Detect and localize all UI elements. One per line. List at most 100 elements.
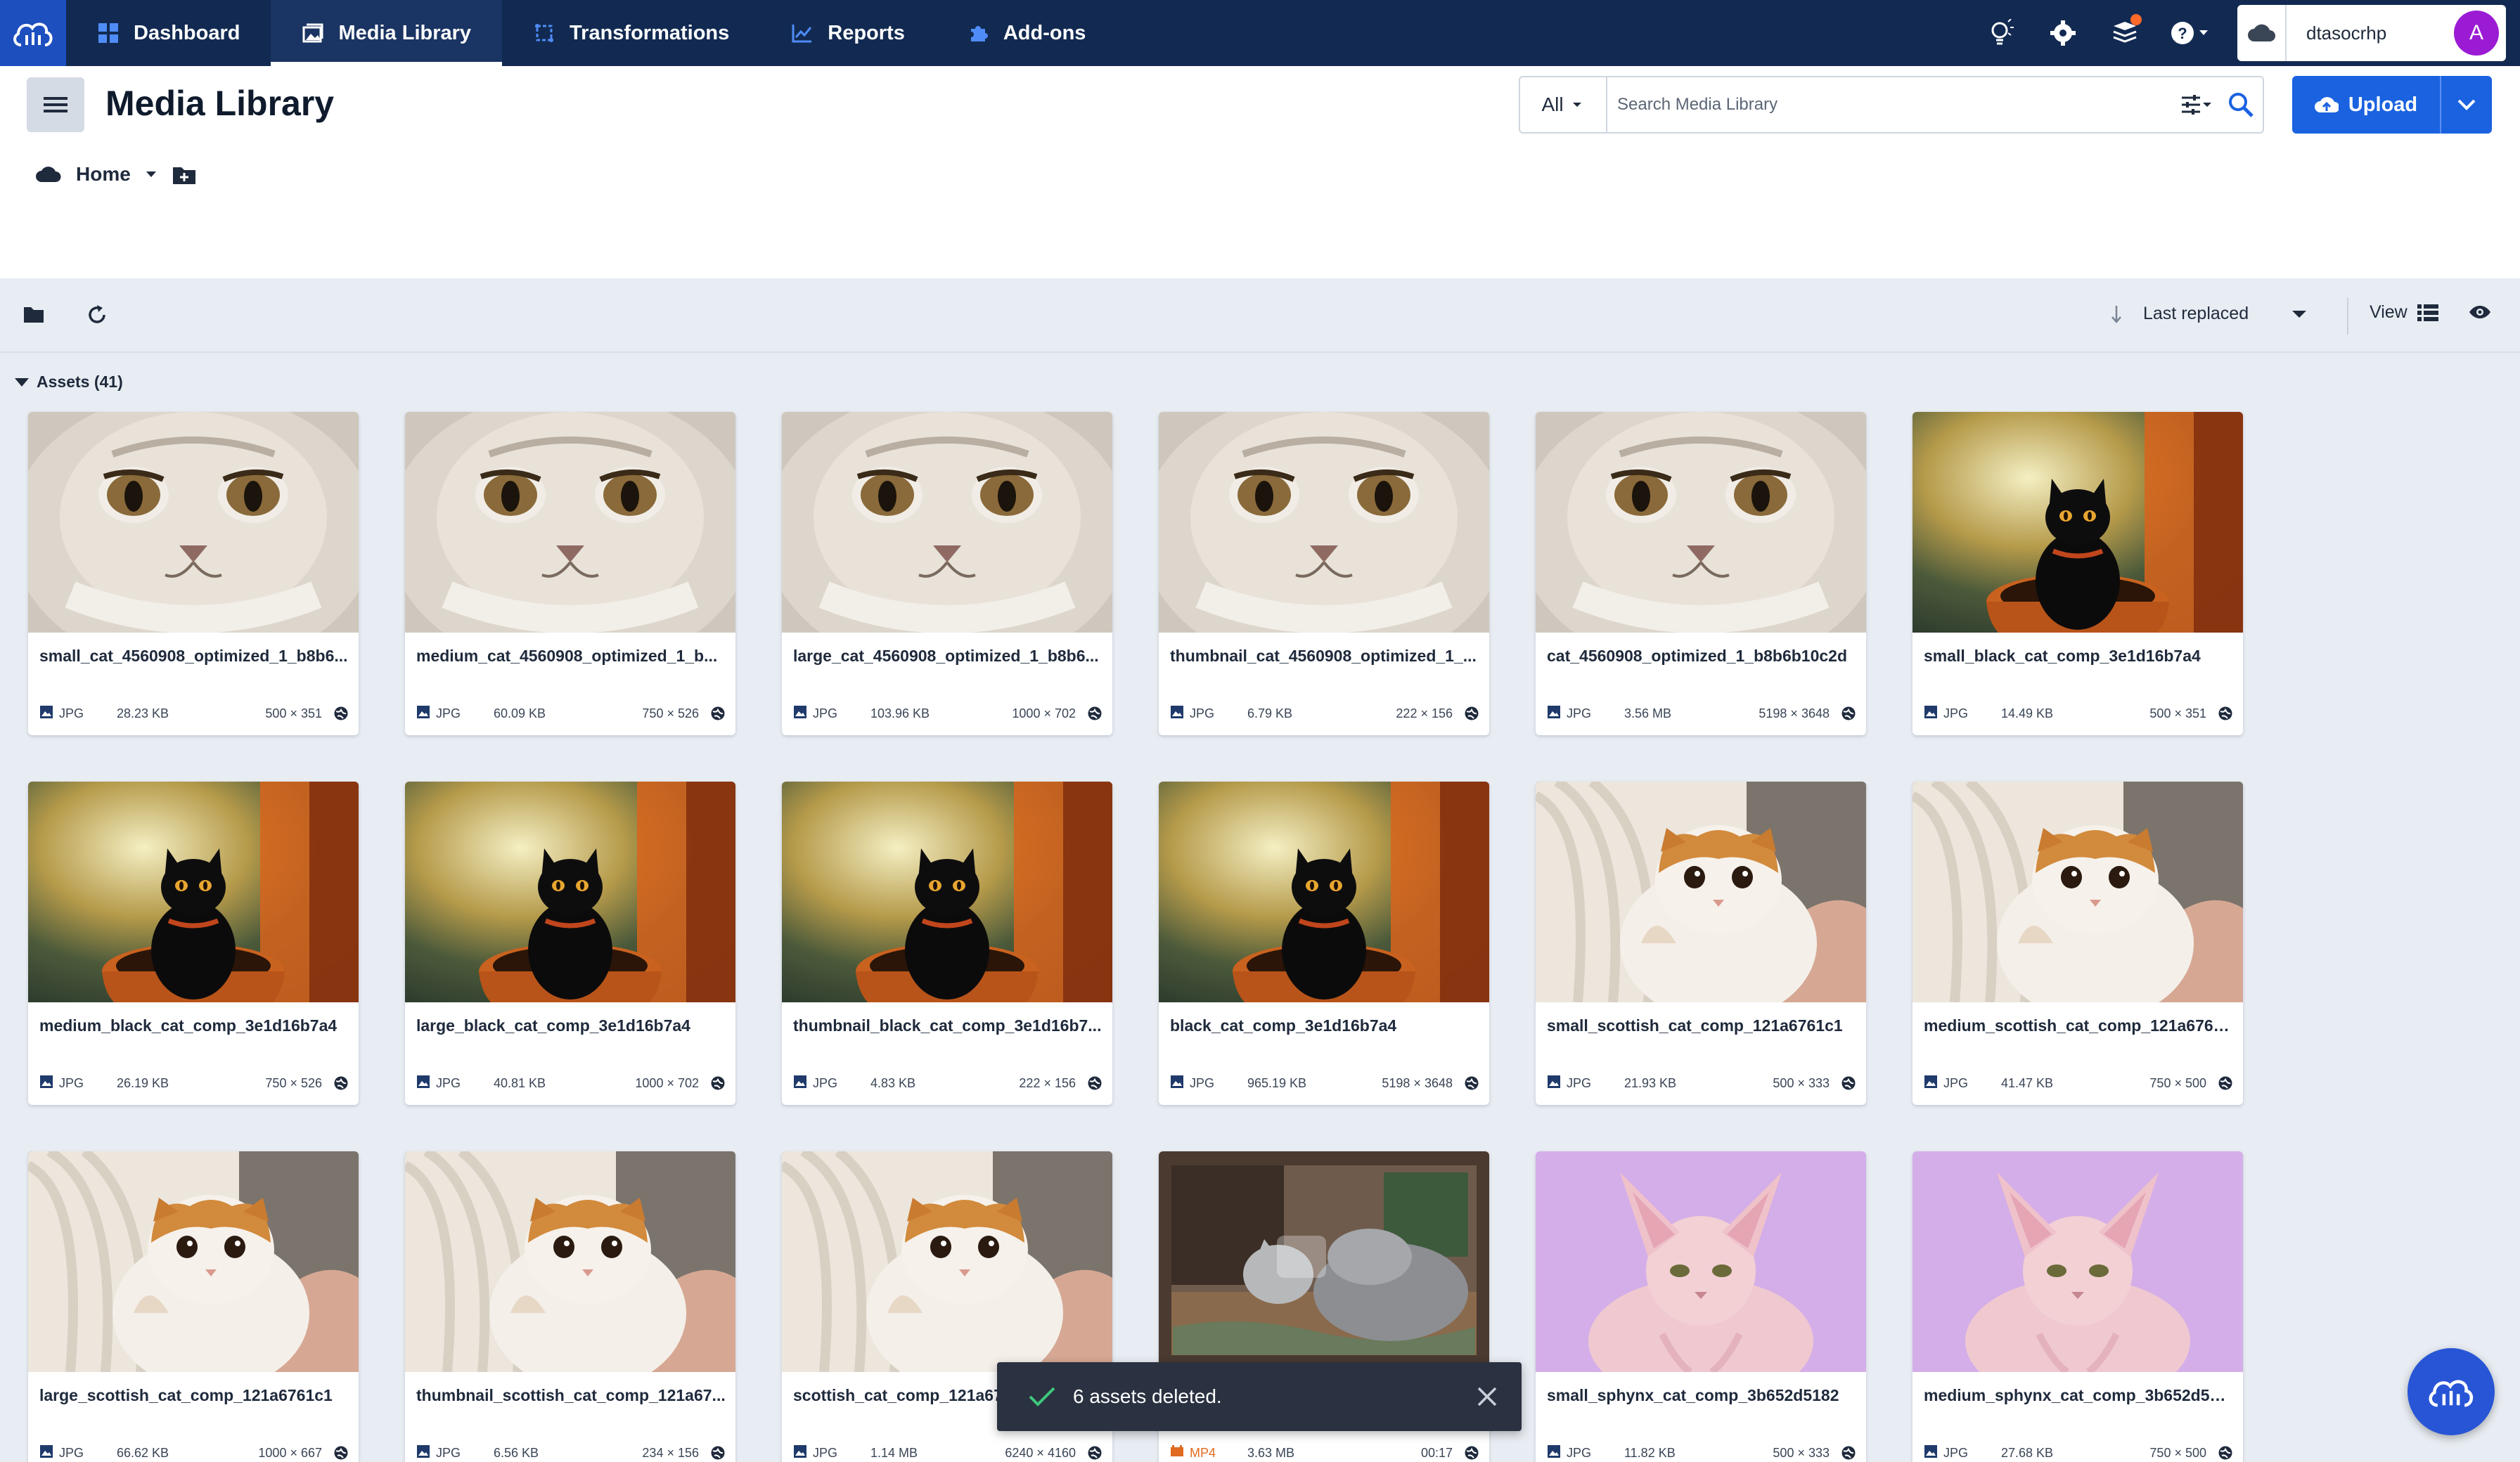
- asset-meta: JPG 41.47 KB 750 × 500: [1924, 1073, 2233, 1094]
- asset-card[interactable]: large_scottish_cat_comp_121a6761c1 JPG 66.…: [28, 1151, 359, 1462]
- globe-icon[interactable]: [1087, 1075, 1102, 1091]
- chevron-down-icon[interactable]: [2291, 309, 2308, 319]
- nav-media-library[interactable]: Media Library: [271, 0, 503, 66]
- asset-thumbnail[interactable]: [405, 782, 735, 1002]
- globe-icon[interactable]: [1841, 706, 1856, 721]
- account-switcher[interactable]: dtasocrhp A: [2237, 5, 2506, 61]
- image-file-icon: [1924, 1444, 1943, 1462]
- asset-thumbnail[interactable]: [782, 782, 1112, 1002]
- asset-card[interactable]: large_black_cat_comp_3e1d16b7a4 JPG 40.81 …: [405, 782, 735, 1105]
- chevron-down-icon[interactable]: [145, 170, 158, 179]
- dashboard-icon: [97, 22, 120, 44]
- file-type: JPG: [39, 705, 117, 723]
- asset-card[interactable]: medium_scottish_cat_comp_121a6761c1 JPG 41…: [1912, 782, 2243, 1105]
- asset-card[interactable]: small_scottish_cat_comp_121a6761c1 JPG 21.…: [1536, 782, 1866, 1105]
- asset-card[interactable]: medium_sphynx_cat_comp_3b652d5182 JPG 27.6…: [1912, 1151, 2243, 1462]
- globe-icon[interactable]: [2218, 706, 2233, 721]
- globe-icon[interactable]: [710, 1445, 726, 1461]
- asset-card[interactable]: black_cat_comp_3e1d16b7a4 JPG 965.19 KB 519…: [1159, 782, 1489, 1105]
- asset-card[interactable]: thumbnail_cat_4560908_optimized_1_... JPG…: [1159, 412, 1489, 735]
- asset-thumbnail[interactable]: [28, 1151, 359, 1372]
- asset-card[interactable]: medium_black_cat_comp_3e1d16b7a4 JPG 26.19…: [28, 782, 359, 1105]
- asset-card[interactable]: large_cat_4560908_optimized_1_b8b6... JPG…: [782, 412, 1112, 735]
- asset-thumbnail[interactable]: [405, 1151, 735, 1372]
- asset-thumbnail[interactable]: [1536, 412, 1866, 633]
- close-icon[interactable]: [1477, 1386, 1498, 1407]
- asset-thumbnail[interactable]: [1912, 782, 2243, 1002]
- globe-icon[interactable]: [1087, 706, 1102, 721]
- nav-addons[interactable]: Add-ons: [936, 0, 1117, 66]
- asset-card[interactable]: thumbnail_scottish_cat_comp_121a67... JPG…: [405, 1151, 735, 1462]
- asset-card[interactable]: cat_4560908_optimized_1_b8b6b10c2d JPG 3.5…: [1536, 412, 1866, 735]
- upload-main[interactable]: Upload: [2292, 76, 2441, 134]
- asset-thumbnail[interactable]: [782, 412, 1112, 633]
- eye-icon[interactable]: [2468, 304, 2492, 324]
- nav-transformations[interactable]: Transformations: [502, 0, 760, 66]
- asset-filename: large_scottish_cat_comp_121a6761c1: [39, 1386, 333, 1404]
- sort-direction-icon[interactable]: [2109, 304, 2123, 324]
- asset-thumbnail[interactable]: [28, 412, 359, 633]
- notifications-icon[interactable]: [2094, 0, 2156, 66]
- upload-options-chevron-icon[interactable]: [2441, 76, 2492, 134]
- asset-meta: JPG 103.96 KB 1000 × 702: [793, 703, 1102, 724]
- help-icon[interactable]: ?: [2156, 0, 2226, 66]
- cloudinary-assistant-button[interactable]: [2408, 1348, 2495, 1435]
- asset-thumbnail[interactable]: [405, 412, 735, 633]
- globe-icon[interactable]: [710, 706, 726, 721]
- new-folder-icon[interactable]: [172, 163, 198, 186]
- lightbulb-icon[interactable]: [1970, 0, 2032, 66]
- globe-icon[interactable]: [2218, 1445, 2233, 1461]
- search-scope-label: All: [1541, 93, 1564, 115]
- assets-section-toggle[interactable]: Assets (41): [14, 373, 123, 392]
- image-file-icon: [1547, 1444, 1567, 1462]
- asset-card[interactable]: medium_cat_4560908_optimized_1_b... JPG 60…: [405, 412, 735, 735]
- sort-control[interactable]: Last replaced: [2109, 304, 2308, 324]
- asset-thumbnail[interactable]: [1536, 782, 1866, 1002]
- assets-area: Assets (41) small_cat_4560908_optimized_…: [0, 353, 2520, 1462]
- folder-icon[interactable]: [18, 299, 49, 330]
- globe-icon[interactable]: [1087, 1445, 1102, 1461]
- search-scope-select[interactable]: All: [1520, 77, 1607, 132]
- search-input[interactable]: [1607, 95, 2175, 115]
- filter-options-icon[interactable]: [2175, 77, 2219, 132]
- gear-icon[interactable]: [2032, 0, 2094, 66]
- file-dimensions: 750 × 526: [265, 1075, 322, 1090]
- image-file-icon: [1170, 705, 1190, 723]
- globe-icon[interactable]: [1841, 1075, 1856, 1091]
- avatar[interactable]: A: [2454, 11, 2499, 56]
- globe-icon[interactable]: [1464, 706, 1479, 721]
- sidebar-toggle-button[interactable]: [27, 77, 84, 132]
- breadcrumb-home[interactable]: Home: [76, 163, 131, 186]
- globe-icon[interactable]: [710, 1075, 726, 1091]
- view-toggle[interactable]: View: [2370, 302, 2438, 323]
- file-type-label: JPG: [813, 1075, 838, 1090]
- globe-icon[interactable]: [1464, 1075, 1479, 1091]
- refresh-icon[interactable]: [82, 299, 112, 330]
- nav-reports[interactable]: Reports: [760, 0, 936, 66]
- asset-thumbnail[interactable]: [1912, 1151, 2243, 1372]
- asset-thumbnail[interactable]: [1159, 1151, 1489, 1372]
- asset-thumbnail[interactable]: [1159, 782, 1489, 1002]
- upload-button[interactable]: Upload: [2292, 76, 2492, 134]
- globe-icon[interactable]: [2218, 1075, 2233, 1091]
- asset-card[interactable]: small_sphynx_cat_comp_3b652d5182 JPG 11.82…: [1536, 1151, 1866, 1462]
- asset-thumbnail[interactable]: [28, 782, 359, 1002]
- globe-icon[interactable]: [333, 706, 349, 721]
- asset-thumbnail[interactable]: [782, 1151, 1112, 1372]
- asset-card[interactable]: small_black_cat_comp_3e1d16b7a4 JPG 14.49 …: [1912, 412, 2243, 735]
- globe-icon[interactable]: [1841, 1445, 1856, 1461]
- globe-icon[interactable]: [1464, 1445, 1479, 1461]
- image-file-icon: [416, 1444, 436, 1462]
- asset-thumbnail[interactable]: [1912, 412, 2243, 633]
- upload-label: Upload: [2348, 93, 2418, 116]
- search-icon[interactable]: [2219, 77, 2263, 132]
- globe-icon[interactable]: [333, 1445, 349, 1461]
- globe-icon[interactable]: [333, 1075, 349, 1091]
- asset-card[interactable]: thumbnail_black_cat_comp_3e1d16b7... JPG 4…: [782, 782, 1112, 1105]
- asset-thumbnail[interactable]: [1159, 412, 1489, 633]
- cloudinary-logo-icon[interactable]: [0, 0, 66, 66]
- asset-thumbnail[interactable]: [1536, 1151, 1866, 1372]
- nav-dashboard[interactable]: Dashboard: [66, 0, 271, 66]
- asset-card[interactable]: small_cat_4560908_optimized_1_b8b6... JPG…: [28, 412, 359, 735]
- asset-filename: small_black_cat_comp_3e1d16b7a4: [1924, 647, 2201, 665]
